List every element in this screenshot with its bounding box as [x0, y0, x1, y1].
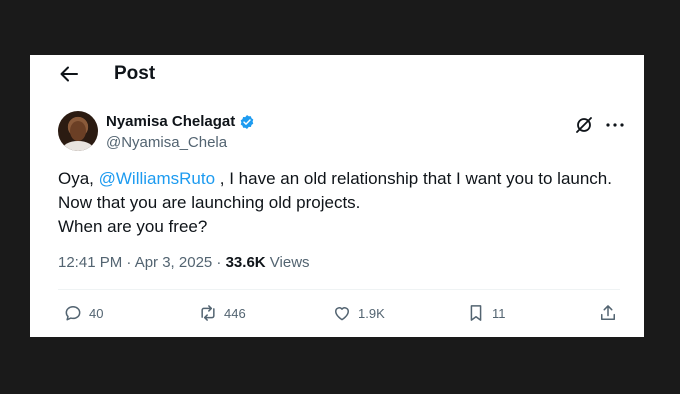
avatar[interactable] [58, 111, 98, 151]
share-icon [601, 305, 615, 320]
reply-button[interactable]: 40 [63, 301, 103, 325]
grok-icon[interactable] [574, 115, 594, 135]
arrow-left-icon [60, 66, 78, 82]
views-count: 33.6K [225, 254, 266, 271]
tweet-text: Oya, @WilliamsRuto , I have an old relat… [58, 167, 633, 239]
mention-link[interactable]: @WilliamsRuto [99, 169, 215, 188]
tweet-line-1: Oya, @WilliamsRuto , I have an old relat… [58, 167, 633, 191]
repost-count: 446 [224, 305, 246, 321]
verified-badge-icon [240, 114, 254, 129]
bookmark-button[interactable]: 11 [466, 301, 506, 325]
reply-count: 40 [89, 305, 104, 321]
tweet-text-line1-rest: , I have an old relationship that I want… [215, 169, 612, 188]
views-label: Views [265, 254, 310, 271]
more-options-icon[interactable] [604, 115, 626, 135]
back-button[interactable] [58, 64, 80, 84]
avatar-face [70, 121, 86, 141]
ellipsis-icon [606, 123, 624, 127]
bookmark-icon [470, 305, 482, 321]
post-card: Post Nyamisa Chelagat @Nyamisa_Chela Oya… [30, 55, 644, 337]
divider [58, 289, 620, 290]
like-count: 1.9K [358, 305, 385, 321]
post-timestamp[interactable]: 12:41 PM · Apr 3, 2025 · [58, 254, 226, 271]
repost-button[interactable]: 446 [198, 301, 246, 325]
avatar-shoulder [62, 141, 94, 151]
page-title: Post [114, 63, 156, 84]
repost-icon [201, 305, 215, 321]
action-bar: 40 446 1.9K 11 [58, 301, 626, 325]
author-handle[interactable]: @Nyamisa_Chela [106, 134, 227, 151]
share-button[interactable] [598, 301, 618, 325]
author-name-row[interactable]: Nyamisa Chelagat [106, 113, 255, 130]
heart-icon [335, 307, 349, 321]
tweet-text-prefix: Oya, [58, 169, 99, 188]
tweet-line-3: When are you free? [58, 217, 208, 236]
reply-icon [65, 306, 81, 321]
post-header: Post [30, 55, 644, 93]
tweet-line-2: Now that you are launching old projects. [58, 193, 361, 212]
author-display-name: Nyamisa Chelagat [106, 113, 236, 130]
like-button[interactable]: 1.9K [332, 301, 385, 325]
post-meta: 12:41 PM · Apr 3, 2025 · 33.6K Views [58, 254, 310, 271]
bookmark-count: 11 [492, 305, 506, 321]
